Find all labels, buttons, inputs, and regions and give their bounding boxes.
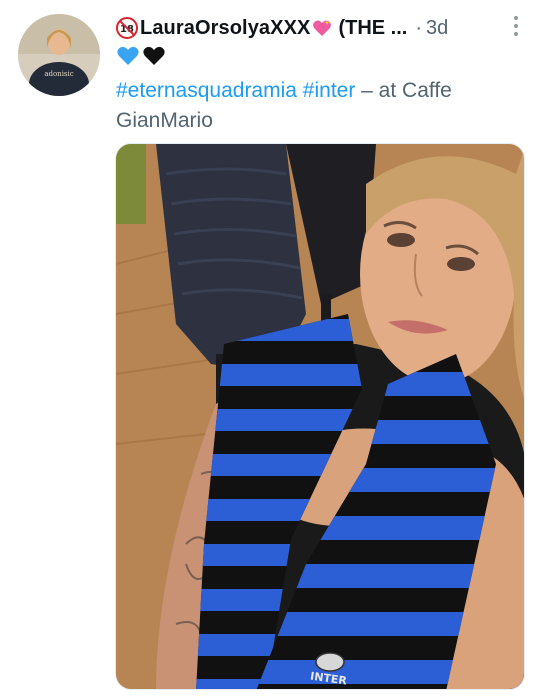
black-heart-icon [142,44,166,68]
sparkling-heart-icon [312,18,332,38]
separator-dot: · [415,16,423,39]
selfie-image: INTER [116,144,524,689]
hashtag-eternasquadramia[interactable]: #eternasquadramia [116,79,297,102]
hashtag-inter[interactable]: #inter [303,79,356,102]
more-options-icon[interactable] [506,12,526,40]
tweet-header: 18 LauraOrsolyaXXX (THE ... · 3d [116,12,528,44]
tweet-photo[interactable]: INTER [115,143,525,690]
avatar[interactable]: adonisic [18,14,100,96]
name-suffix[interactable]: (THE ... [338,17,407,40]
tweet[interactable]: adonisic 18 LauraOrsolyaXXX (THE ... · 3… [0,0,542,700]
timestamp[interactable]: 3d [426,17,448,40]
tweet-text: #eternasquadramia #inter – at Caffe Gian… [116,76,506,136]
blue-heart-icon [116,44,140,68]
avatar-image: adonisic [18,14,100,96]
display-name[interactable]: LauraOrsolyaXXX [140,17,310,40]
emoji-row [116,44,166,72]
avatar-shirt-text: adonisic [44,70,73,78]
age-18-badge-icon: 18 [116,17,138,39]
